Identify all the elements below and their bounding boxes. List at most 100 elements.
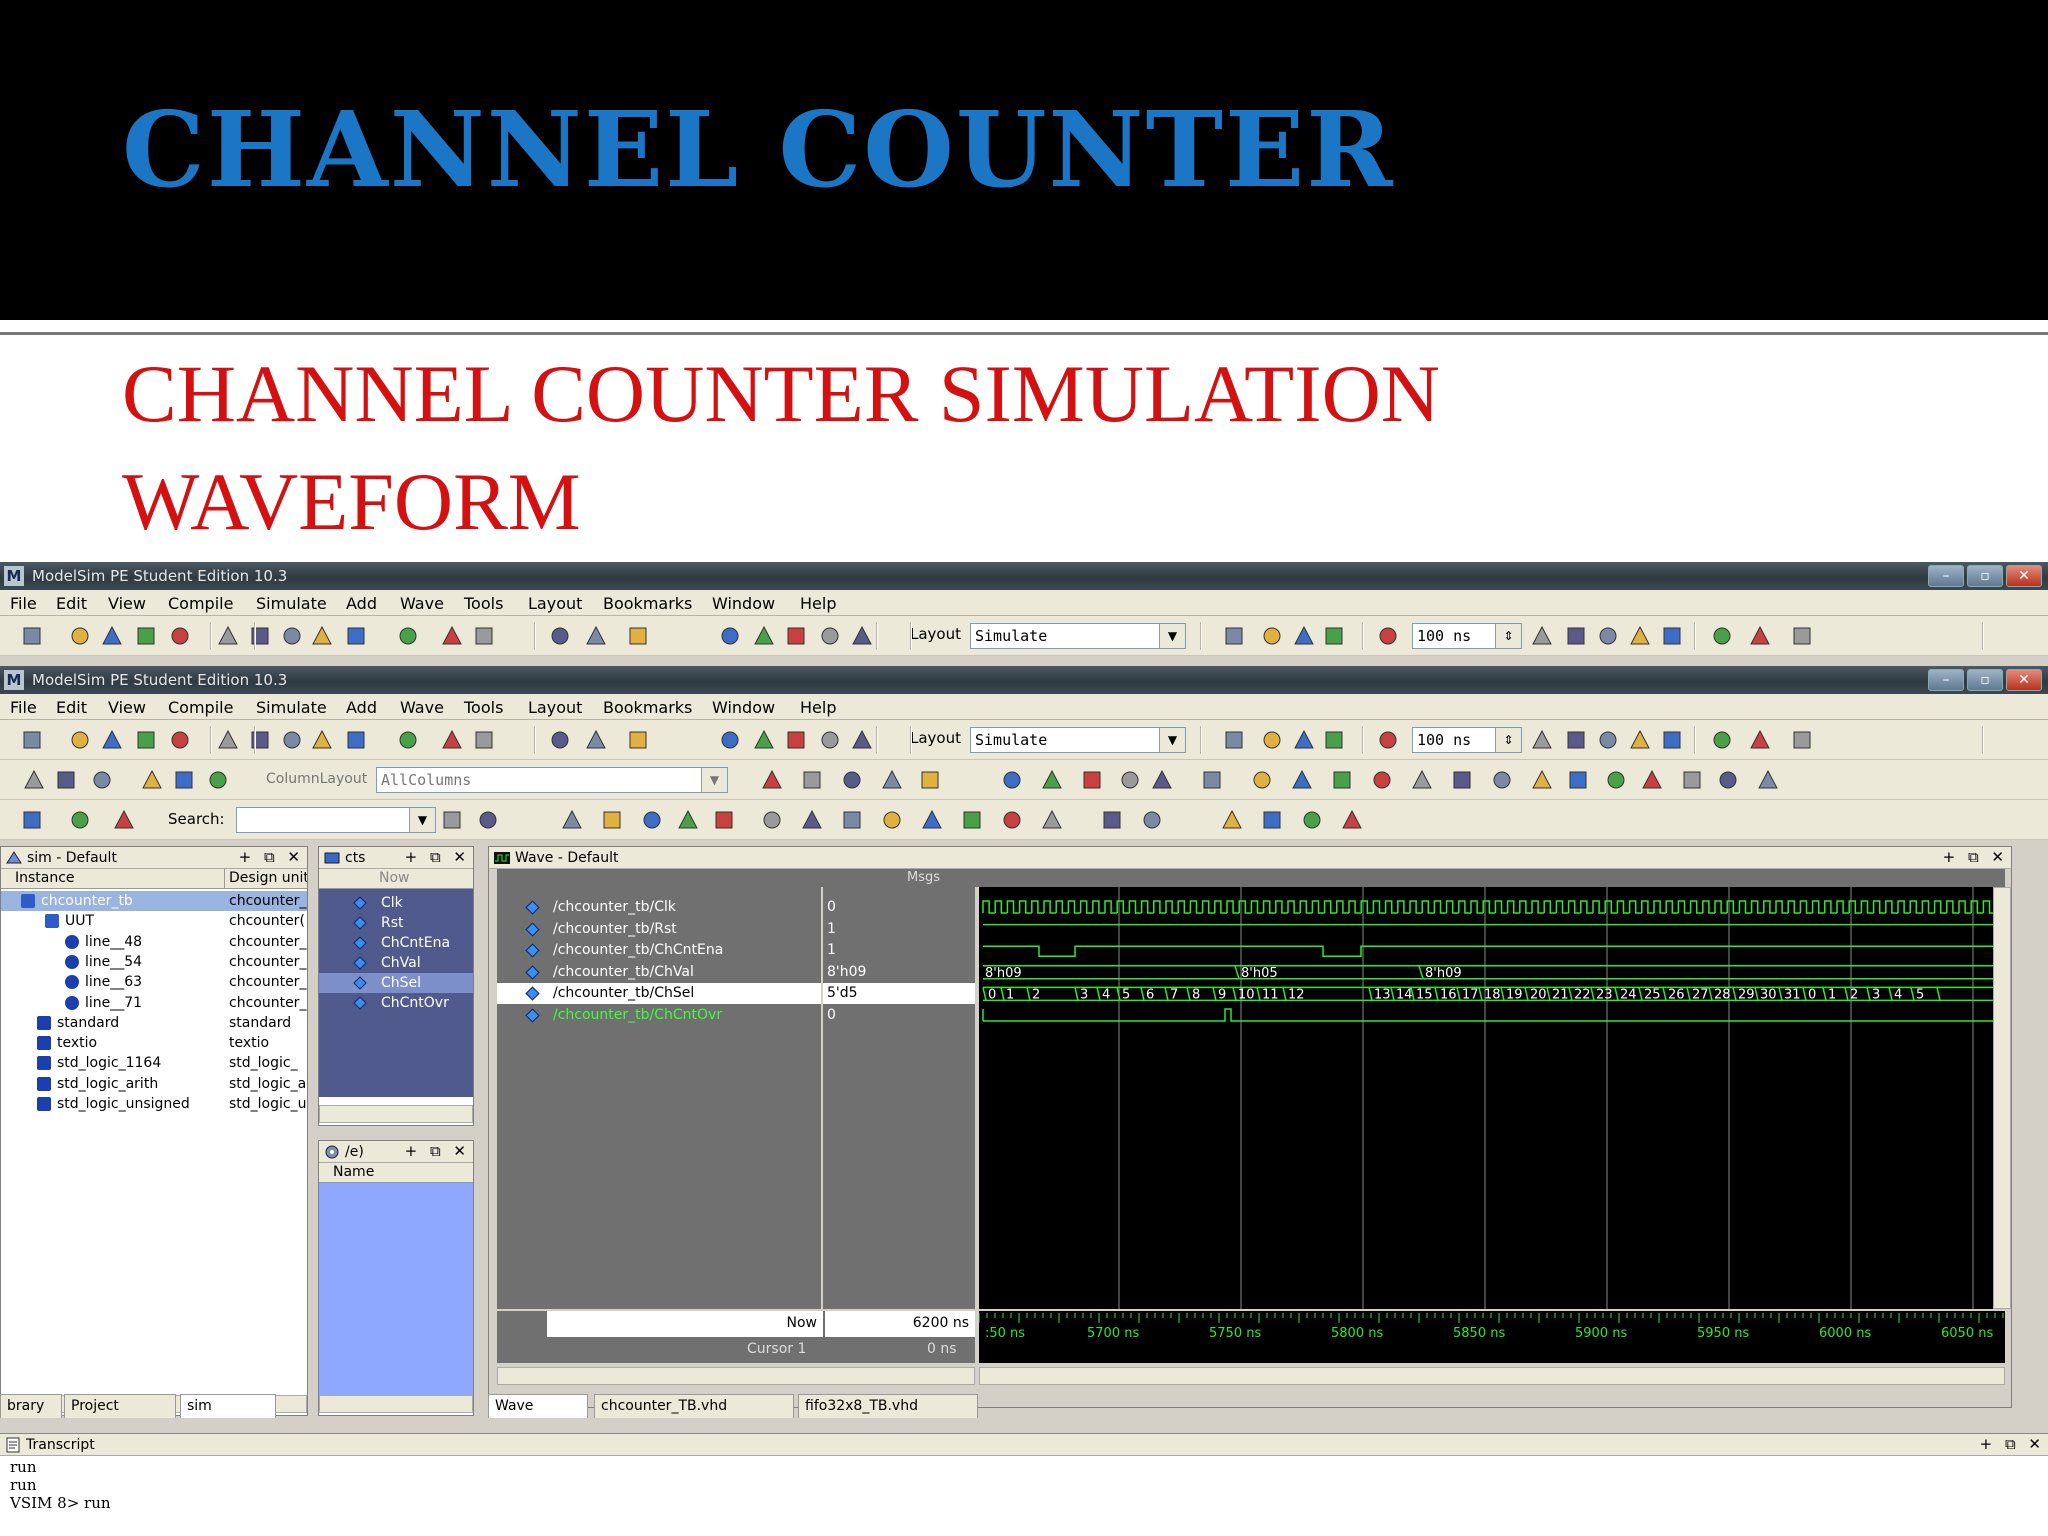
tree-icon[interactable] <box>1748 728 1772 752</box>
step-icon[interactable] <box>712 808 736 832</box>
cut-icon[interactable] <box>1370 768 1394 792</box>
menu-layout[interactable]: Layout <box>528 594 582 613</box>
compile-icon[interactable] <box>68 808 92 832</box>
zoom-icon[interactable] <box>600 808 624 832</box>
panel-controls-icon[interactable]: + ⧉ ✕ <box>1980 1435 2045 1453</box>
folder-icon[interactable] <box>68 624 92 648</box>
left-tab-project[interactable]: Project <box>64 1394 176 1418</box>
sim-tree-row[interactable]: line__48 chcounter_ <box>1 932 307 952</box>
menu-edit[interactable]: Edit <box>56 594 87 613</box>
save-icon[interactable] <box>100 728 124 752</box>
transcript-prompt[interactable]: VSIM 8> run <box>10 1494 111 1512</box>
step-icon[interactable] <box>1080 768 1104 792</box>
wave-signal-row[interactable]: /chcounter_tb/ChCntOvr <box>497 1005 821 1026</box>
save-icon[interactable] <box>880 808 904 832</box>
find-icon[interactable] <box>760 768 784 792</box>
undo-icon[interactable] <box>1596 624 1620 648</box>
refresh-icon[interactable] <box>1292 624 1316 648</box>
continue-icon[interactable] <box>676 808 700 832</box>
undo-icon[interactable] <box>310 728 334 752</box>
restart-icon[interactable] <box>584 624 608 648</box>
panel-controls-icon[interactable]: + ⧉ ✕ <box>1943 848 2008 866</box>
print-icon[interactable] <box>168 624 192 648</box>
undo-icon[interactable] <box>310 624 334 648</box>
minimize-icon[interactable]: – <box>1928 669 1964 691</box>
copy-icon[interactable] <box>1040 808 1064 832</box>
tree-icon[interactable] <box>800 768 824 792</box>
refresh-icon[interactable] <box>1292 728 1316 752</box>
editor-tab-2[interactable]: fifo32x8_TB.vhd <box>798 1394 978 1418</box>
tree-icon[interactable] <box>440 808 464 832</box>
cursor-label[interactable]: Cursor 1 <box>747 1341 806 1357</box>
folder-icon[interactable] <box>1222 728 1246 752</box>
sim-tree-row[interactable]: line__63 chcounter_ <box>1 972 307 992</box>
find-icon[interactable] <box>1604 768 1628 792</box>
left-tab-brary[interactable]: brary <box>0 1394 62 1418</box>
undo-icon[interactable] <box>1490 768 1514 792</box>
save-icon[interactable] <box>1260 624 1284 648</box>
sim-tree-row[interactable]: textio textio <box>1 1033 307 1053</box>
refresh-icon[interactable] <box>920 808 944 832</box>
print-icon[interactable] <box>1330 768 1354 792</box>
break-icon[interactable] <box>1790 624 1814 648</box>
column-design-unit[interactable]: Design unit <box>225 869 307 889</box>
left-tab-sim[interactable]: sim <box>180 1394 276 1418</box>
wave-vertical-scrollbar[interactable] <box>1993 887 2011 1309</box>
cut-icon[interactable] <box>1376 624 1400 648</box>
paste-icon[interactable] <box>1450 768 1474 792</box>
panel-controls-icon[interactable]: + ⧉ ✕ <box>239 848 304 866</box>
column-instance[interactable]: Instance <box>1 869 225 889</box>
print-icon[interactable] <box>168 728 192 752</box>
paste-icon[interactable] <box>280 624 304 648</box>
compile-icon[interactable] <box>1566 768 1590 792</box>
document-icon[interactable] <box>20 624 44 648</box>
redo-icon[interactable] <box>1220 808 1244 832</box>
zoom-icon[interactable] <box>626 728 650 752</box>
cut-icon[interactable] <box>1376 728 1400 752</box>
menu-view[interactable]: View <box>108 698 146 717</box>
menu-add[interactable]: Add <box>346 698 377 717</box>
print-icon[interactable] <box>960 808 984 832</box>
object-item-chcntena[interactable]: ChCntEna <box>319 933 473 953</box>
compile-icon[interactable] <box>1260 808 1284 832</box>
copy-icon[interactable] <box>1530 728 1554 752</box>
paste-icon[interactable] <box>1100 808 1124 832</box>
run-icon[interactable] <box>718 728 742 752</box>
refresh-icon[interactable] <box>134 728 158 752</box>
copy-icon[interactable] <box>248 728 272 752</box>
refresh-icon[interactable] <box>134 624 158 648</box>
cut-icon[interactable] <box>1000 808 1024 832</box>
zoom-icon[interactable] <box>1756 768 1780 792</box>
menu-file[interactable]: File <box>10 698 37 717</box>
compile-icon[interactable] <box>206 768 230 792</box>
object-item-chsel[interactable]: ChSel <box>319 973 473 993</box>
save-icon[interactable] <box>100 624 124 648</box>
menu-tools[interactable]: Tools <box>464 594 503 613</box>
sim-tree-row[interactable]: std_logic_arith std_logic_a <box>1 1074 307 1094</box>
run-length-input[interactable]: 100 ns ⇕ <box>1412 623 1522 649</box>
paste-icon[interactable] <box>90 768 114 792</box>
sim-tree-row[interactable]: std_logic_unsigned std_logic_u <box>1 1094 307 1114</box>
find-icon[interactable] <box>440 728 464 752</box>
menu-wave[interactable]: Wave <box>400 698 444 717</box>
paste-icon[interactable] <box>1564 728 1588 752</box>
menu-bookmarks[interactable]: Bookmarks <box>603 698 692 717</box>
find-icon[interactable] <box>1710 728 1734 752</box>
wave-signal-row[interactable]: /chcounter_tb/ChCntEna <box>497 940 821 961</box>
minimize-icon[interactable]: – <box>1928 565 1964 587</box>
document-icon[interactable] <box>850 624 874 648</box>
process-scrollbar[interactable] <box>319 1395 473 1413</box>
compile-icon[interactable] <box>1660 728 1684 752</box>
break-icon[interactable] <box>476 808 500 832</box>
sim-tree-row[interactable]: std_logic_1164 std_logic_ <box>1 1053 307 1073</box>
menu-file[interactable]: File <box>10 594 37 613</box>
tree-icon[interactable] <box>472 624 496 648</box>
undo-icon[interactable] <box>1596 728 1620 752</box>
paste-icon[interactable] <box>1564 624 1588 648</box>
editor-tab-0[interactable]: Wave <box>488 1394 588 1418</box>
menu-window[interactable]: Window <box>712 698 775 717</box>
redo-icon[interactable] <box>20 808 44 832</box>
sim-tree-row[interactable]: chcounter_tb chcounter_ <box>1 891 307 911</box>
redo-icon[interactable] <box>344 624 368 648</box>
cut-icon[interactable] <box>216 624 240 648</box>
